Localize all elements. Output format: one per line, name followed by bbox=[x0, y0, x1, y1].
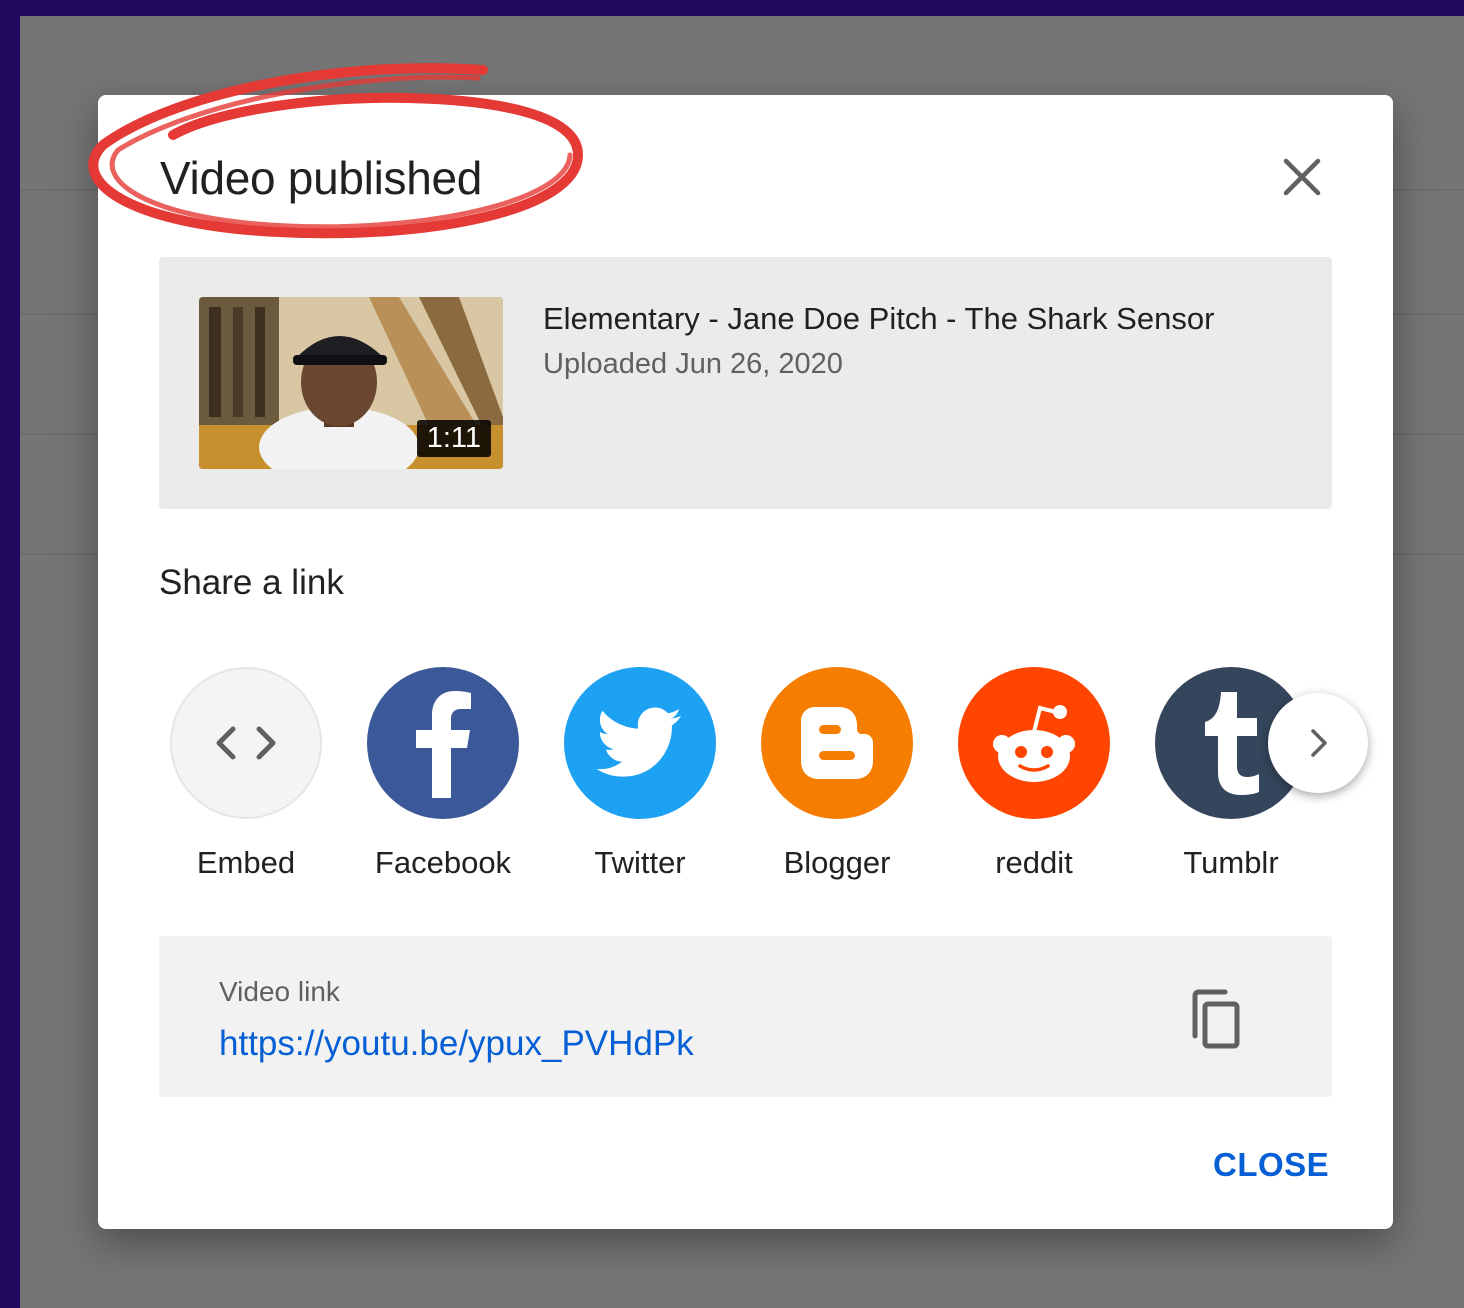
embed-button[interactable] bbox=[170, 667, 322, 819]
video-thumbnail[interactable]: 1:11 bbox=[199, 297, 503, 469]
reddit-button[interactable] bbox=[958, 667, 1110, 819]
video-title: Elementary - Jane Doe Pitch - The Shark … bbox=[543, 301, 1215, 336]
video-published-dialog: Video published 1:11 Elementary - Jane D… bbox=[88, 63, 1393, 1229]
facebook-button[interactable] bbox=[367, 667, 519, 819]
video-upload-date: Uploaded Jun 26, 2020 bbox=[543, 348, 843, 380]
chevron-right-icon bbox=[1311, 729, 1327, 757]
share-label-embed: Embed bbox=[196, 845, 296, 880]
blogger-button[interactable] bbox=[761, 667, 913, 819]
dialog-title: Video published bbox=[160, 152, 483, 204]
share-twitter[interactable]: Twitter bbox=[544, 667, 734, 887]
share-facebook[interactable]: Facebook bbox=[347, 667, 537, 887]
reddit-icon bbox=[993, 705, 1075, 782]
share-label-twitter: Twitter bbox=[594, 845, 686, 880]
video-link-url[interactable]: https://youtu.be/ypux_PVHdPk bbox=[219, 1024, 694, 1064]
share-embed[interactable]: Embed bbox=[150, 667, 340, 887]
share-label-tumblr: Tumblr bbox=[1183, 845, 1279, 880]
share-label-reddit: reddit bbox=[995, 845, 1073, 880]
share-label-facebook: Facebook bbox=[374, 845, 512, 880]
tumblr-icon bbox=[1205, 692, 1259, 795]
close-icon bbox=[1283, 158, 1321, 196]
share-label-blogger: Blogger bbox=[783, 845, 891, 880]
video-link-label: Video link bbox=[219, 976, 340, 1007]
share-options: Embed Facebook Twitter Blogger reddit Tu… bbox=[160, 667, 1310, 887]
twitter-button[interactable] bbox=[564, 667, 716, 819]
video-link-box: Video link https://youtu.be/ypux_PVHdPk bbox=[159, 936, 1332, 1097]
share-reddit[interactable]: reddit bbox=[938, 667, 1128, 887]
share-heading: Share a link bbox=[159, 563, 344, 602]
video-card: 1:11 Elementary - Jane Doe Pitch - The S… bbox=[159, 257, 1332, 509]
copy-icon bbox=[1192, 989, 1240, 1049]
close-button[interactable]: CLOSE bbox=[1203, 1140, 1339, 1190]
copy-link-button[interactable] bbox=[1181, 986, 1251, 1056]
video-duration: 1:11 bbox=[416, 420, 491, 457]
share-next-button[interactable] bbox=[1268, 693, 1368, 793]
twitter-icon bbox=[597, 707, 682, 777]
facebook-icon bbox=[416, 691, 471, 798]
close-x-button[interactable] bbox=[1278, 153, 1326, 201]
embed-code-icon bbox=[216, 726, 276, 760]
blogger-icon bbox=[801, 707, 873, 779]
share-blogger[interactable]: Blogger bbox=[741, 667, 931, 887]
